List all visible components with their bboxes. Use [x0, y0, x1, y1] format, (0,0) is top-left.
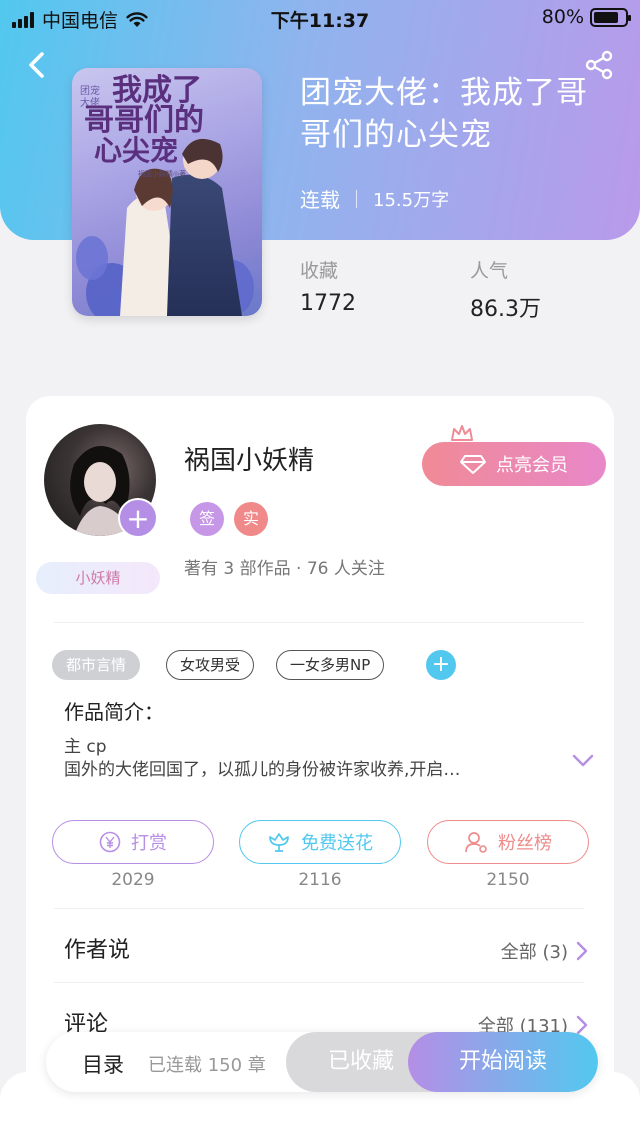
add-tag-button[interactable]: + [426, 650, 456, 680]
favorites-value: 1772 [300, 291, 356, 316]
popularity-stat: 人气 86.3万 [470, 256, 541, 323]
tag-item[interactable]: 女攻男受 [166, 650, 255, 680]
svg-text:祸国小妖精◎著: 祸国小妖精◎著 [138, 169, 186, 178]
chevron-right-icon [576, 941, 588, 961]
cover-illustration: 团宠 大佬 我成了 哥哥们的 心尖宠 祸国小妖精◎著 [76, 73, 254, 316]
serial-status: 连载 [300, 188, 340, 212]
svg-text:心尖宠: 心尖宠 [94, 134, 178, 167]
chevron-down-icon[interactable] [572, 754, 594, 768]
synopsis-line: 国外的大佬回国了，以孤儿的身份被许家收养,开启… [64, 760, 461, 780]
battery-fill [594, 11, 618, 23]
synopsis-title: 作品简介： [64, 700, 164, 724]
flower-count: 2116 [298, 870, 342, 890]
popularity-value: 86.3万 [470, 297, 541, 322]
author-fan-badge: 小妖精 [36, 562, 160, 594]
tag-genre[interactable]: 都市言情 [52, 650, 141, 680]
synopsis-text[interactable]: 主 cp 国外的大佬回国了，以孤儿的身份被许家收养,开启… [64, 736, 564, 782]
yen-icon [99, 831, 121, 853]
divider [54, 622, 584, 623]
book-cover[interactable]: 团宠 大佬 我成了 哥哥们的 心尖宠 祸国小妖精◎著 [72, 68, 262, 316]
flower-icon [269, 833, 289, 852]
send-flower-button[interactable]: 免费送花 [239, 820, 401, 864]
vip-button[interactable]: 点亮会员 [422, 442, 606, 486]
battery-percent: 80% [541, 6, 584, 28]
bottom-action-bar: 目录 已连载 150 章 已收藏 开始阅读 [46, 1032, 598, 1092]
favorites-stat: 收藏 1772 [300, 256, 356, 316]
reward-label: 打赏 [131, 833, 167, 854]
synopsis-line: 主 cp [64, 737, 107, 757]
fan-ranking-label: 粉丝榜 [498, 833, 552, 854]
author-says-more-label: 全部 (3) [500, 942, 568, 963]
diamond-icon [460, 455, 486, 474]
favorites-label: 收藏 [300, 260, 339, 282]
back-icon[interactable] [24, 50, 50, 80]
author-says-title: 作者说 [64, 938, 131, 963]
svg-text:团宠: 团宠 [80, 84, 100, 97]
toc-button[interactable]: 目录 [82, 1049, 124, 1079]
svg-text:哥哥们的: 哥哥们的 [84, 103, 204, 138]
follow-author-button[interactable]: + [118, 498, 158, 538]
word-count: 15.5万字 [373, 189, 450, 211]
verified-badge: 实 [234, 502, 268, 536]
vip-button-label: 点亮会员 [496, 455, 568, 476]
fan-ranking-button[interactable]: 粉丝榜 [427, 820, 589, 864]
reward-button[interactable]: 打赏 [52, 820, 214, 864]
crown-icon [451, 425, 473, 441]
status-bar: 中国电信 下午11:37 80% [0, 0, 640, 36]
battery-icon [590, 7, 631, 27]
start-reading-button[interactable]: 开始阅读 [408, 1032, 598, 1092]
chapter-count: 已连载 150 章 [148, 1055, 266, 1076]
popularity-label: 人气 [470, 260, 509, 282]
author-info: 著有 3 部作品 · 76 人关注 [184, 559, 385, 579]
meta-divider [356, 189, 357, 208]
person-icon [465, 832, 487, 853]
author-name[interactable]: 祸国小妖精 [184, 440, 314, 477]
send-flower-label: 免费送花 [301, 833, 373, 854]
divider [54, 982, 584, 983]
signed-badge: 签 [190, 502, 224, 536]
divider [54, 908, 584, 909]
author-says-more[interactable]: 全部 (3) [501, 938, 588, 964]
book-title: 团宠大佬：我成了哥哥们的心尖宠 [300, 75, 588, 153]
fans-count: 2150 [486, 870, 530, 890]
chevron-right-icon [576, 1015, 588, 1035]
reward-count: 2029 [111, 870, 155, 890]
tag-item[interactable]: 一女多男NP [276, 650, 385, 680]
book-meta: 连载 15.5万字 [300, 184, 449, 213]
